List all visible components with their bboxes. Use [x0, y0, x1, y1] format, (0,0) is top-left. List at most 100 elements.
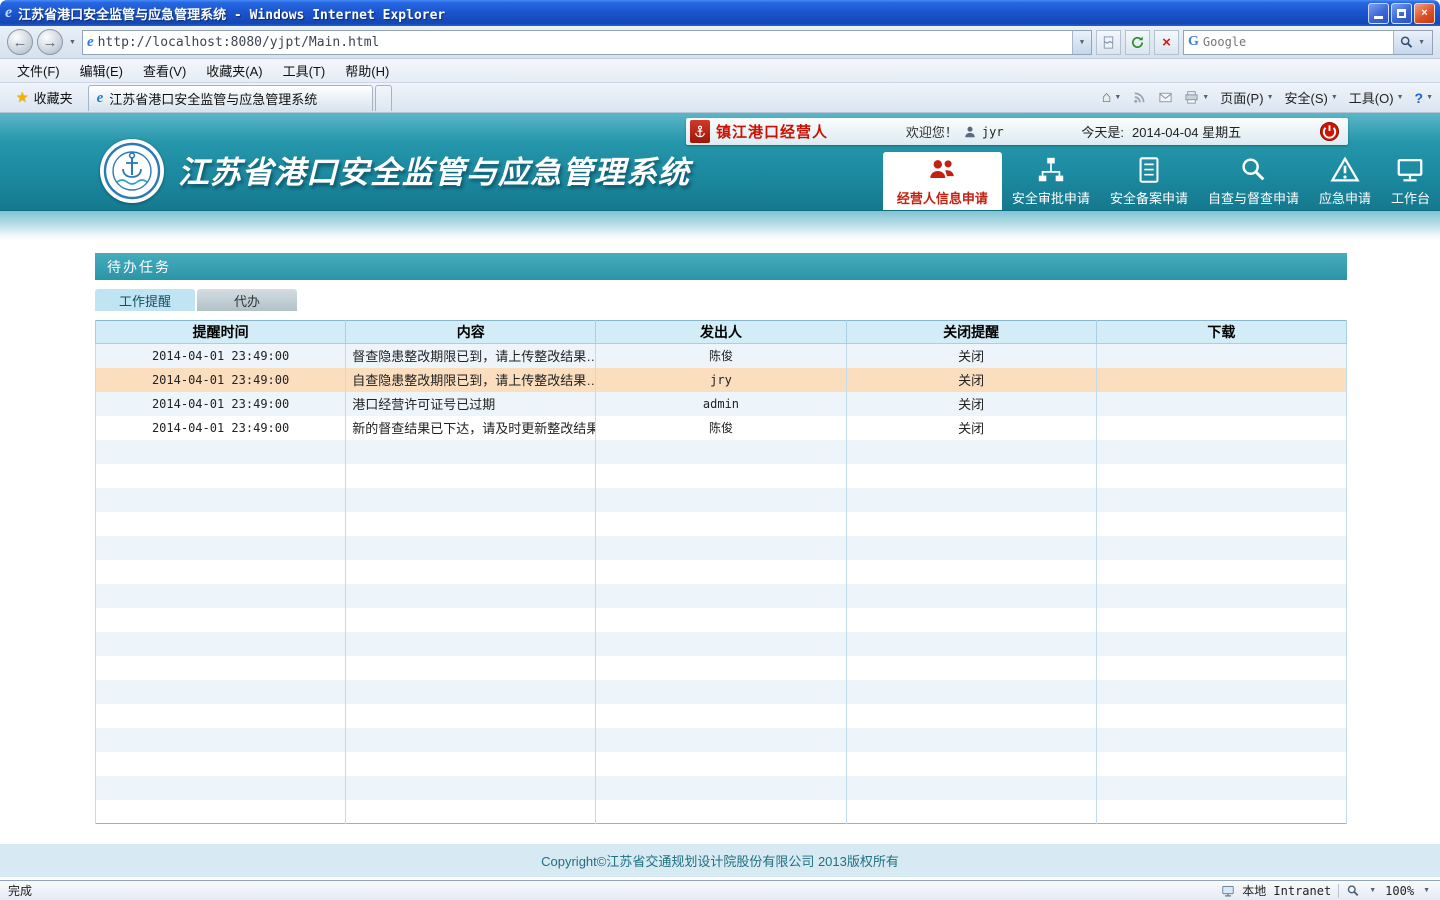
table-cell [346, 752, 596, 776]
search-input[interactable] [1203, 35, 1393, 49]
print-button[interactable]: ▼ [1184, 90, 1209, 105]
nav-item-monitor[interactable]: 工作台 [1381, 152, 1440, 210]
table-row: 2014-04-01 23:49:00督查隐患整改期限已到，请上传整改结果…陈俊… [96, 344, 1347, 368]
org-icon [1036, 155, 1066, 185]
table-cell [346, 512, 596, 536]
welcome-label: 欢迎您！ [906, 122, 958, 141]
toolbar-text-buttons: 页面(P)▼ 安全(S)▼ 工具(O)▼ [1220, 88, 1403, 107]
address-dropdown-button[interactable]: ▼ [1072, 31, 1091, 54]
forward-button[interactable]: → [37, 29, 63, 55]
table-row-empty [96, 728, 1347, 752]
menu-item[interactable]: 工具(T) [274, 58, 335, 83]
table-cell [96, 632, 346, 656]
search-go-button[interactable]: ▼ [1393, 31, 1432, 54]
table-cell [96, 728, 346, 752]
table-cell [846, 680, 1096, 704]
table-cell [346, 440, 596, 464]
todo-table-body: 2014-04-01 23:49:00督查隐患整改期限已到，请上传整改结果…陈俊… [96, 344, 1347, 824]
refresh-button[interactable] [1125, 30, 1150, 55]
zoom-level[interactable]: 100% [1385, 884, 1414, 898]
panel-tab[interactable]: 工作提醒 [95, 289, 195, 311]
new-tab-stub[interactable] [375, 85, 392, 111]
maximize-button[interactable] [1391, 3, 1412, 24]
table-cell [596, 560, 846, 584]
google-logo-icon: G [1184, 34, 1203, 50]
page-favicon-icon: e [87, 35, 94, 50]
chevron-down-icon[interactable]: ▼ [1421, 887, 1432, 894]
table-cell [346, 728, 596, 752]
close-reminder-action[interactable]: 关闭 [846, 368, 1096, 392]
menu-item[interactable]: 查看(V) [134, 58, 195, 83]
menu-item[interactable]: 编辑(E) [71, 58, 132, 83]
nav-item-magnifier[interactable]: 自查与督查申请 [1198, 152, 1309, 210]
table-cell [846, 512, 1096, 536]
column-header: 下载 [1096, 321, 1346, 344]
table-cell [346, 608, 596, 632]
operator-tab[interactable]: 镇江港口经营人 [690, 120, 828, 143]
menu-item[interactable]: 帮助(H) [336, 58, 398, 83]
zoom-dropdown-icon[interactable]: ▼ [1367, 887, 1378, 894]
feeds-button[interactable] [1132, 90, 1147, 105]
date-label: 今天是: [1081, 122, 1124, 141]
table-cell: admin [596, 392, 846, 416]
table-cell: 2014-04-01 23:49:00 [96, 368, 346, 392]
table-cell: 自查隐患整改期限已到，请上传整改结果… [346, 368, 596, 392]
table-row-empty [96, 512, 1347, 536]
close-reminder-action[interactable]: 关闭 [846, 392, 1096, 416]
table-cell [346, 656, 596, 680]
home-button[interactable]: ⌂ ▼ [1102, 90, 1122, 106]
table-cell [596, 584, 846, 608]
table-cell [846, 560, 1096, 584]
table-cell [846, 704, 1096, 728]
search-dropdown-icon: ▼ [1416, 39, 1427, 46]
table-cell: 2014-04-01 23:49:00 [96, 344, 346, 368]
close-reminder-action[interactable]: 关闭 [846, 416, 1096, 440]
table-cell [1096, 656, 1346, 680]
nav-item-users[interactable]: 经营人信息申请 [883, 152, 1002, 210]
table-cell [846, 728, 1096, 752]
logout-button[interactable] [1319, 121, 1340, 142]
table-cell [596, 728, 846, 752]
toolbar-button[interactable]: 工具(O)▼ [1349, 88, 1404, 107]
back-button[interactable]: ← [7, 29, 33, 55]
zoom-magnifier-icon[interactable] [1346, 884, 1360, 898]
recent-pages-dropdown[interactable]: ▼ [67, 39, 78, 46]
address-field: e ▼ [82, 30, 1092, 55]
favorites-bar: ★ 收藏夹 e 江苏省港口安全监管与应急管理系统 ⌂ ▼ [0, 83, 1440, 113]
close-button[interactable]: × [1414, 3, 1435, 24]
table-cell [96, 704, 346, 728]
table-cell [1096, 752, 1346, 776]
compatibility-icon [1101, 35, 1116, 50]
table-cell [346, 800, 596, 824]
user-avatar-icon [963, 125, 977, 139]
status-divider [1338, 884, 1339, 898]
table-row-empty [96, 776, 1347, 800]
toolbar-button[interactable]: 页面(P)▼ [1220, 88, 1273, 107]
close-reminder-action[interactable]: 关闭 [846, 344, 1096, 368]
nav-item-ledger[interactable]: 安全备案申请 [1100, 152, 1198, 210]
table-cell [846, 536, 1096, 560]
table-row-empty [96, 632, 1347, 656]
table-cell [96, 608, 346, 632]
browser-tab[interactable]: e 江苏省港口安全监管与应急管理系统 [88, 85, 373, 111]
nav-item-org[interactable]: 安全审批申请 [1002, 152, 1100, 210]
read-mail-button[interactable] [1158, 90, 1173, 105]
date-display: 今天是: 2014-04-04 星期五 [1081, 122, 1241, 141]
panel-tab[interactable]: 代办 [197, 289, 297, 311]
menu-item[interactable]: 文件(F) [8, 58, 69, 83]
nav-item-warning[interactable]: 应急申请 [1309, 152, 1381, 210]
compatibility-view-button[interactable] [1096, 30, 1121, 55]
table-cell: 新的督查结果已下达，请及时更新整改结果 [346, 416, 596, 440]
toolbar-button[interactable]: 安全(S)▼ [1285, 88, 1338, 107]
help-button[interactable]: ? ▼ [1415, 90, 1434, 106]
page-viewport: 江苏省港口安全监管与应急管理系统 镇江港口经营人 欢迎您！ jyr 今天是 [0, 113, 1440, 880]
stop-button[interactable]: × [1154, 30, 1179, 55]
address-input[interactable] [94, 35, 1072, 50]
favorites-button[interactable]: ★ 收藏夹 [7, 85, 82, 110]
nav-item-label: 应急申请 [1319, 188, 1371, 207]
table-cell [1096, 728, 1346, 752]
minimize-button[interactable] [1368, 3, 1389, 24]
table-cell [1096, 680, 1346, 704]
menu-item[interactable]: 收藏夹(A) [197, 58, 271, 83]
table-cell [1096, 512, 1346, 536]
